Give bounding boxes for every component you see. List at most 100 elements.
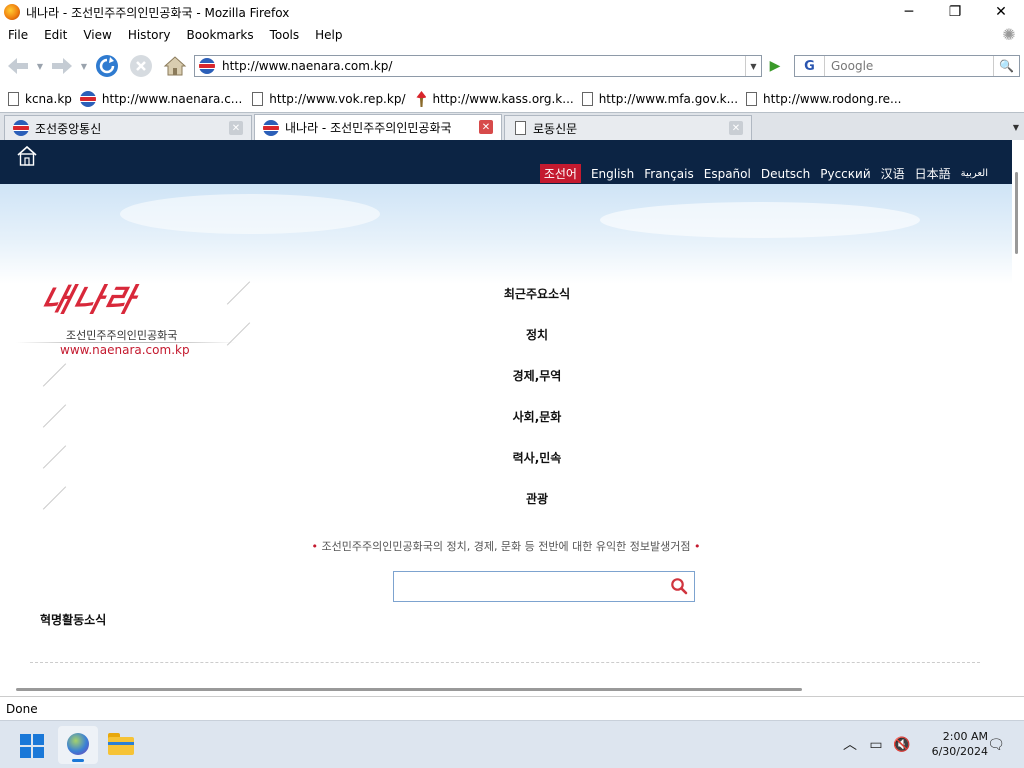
back-history-dropdown[interactable]: ▼ xyxy=(34,54,46,78)
tab-close-icon[interactable]: ✕ xyxy=(229,121,243,135)
nav-politics[interactable]: 정치 xyxy=(0,326,1012,343)
menu-bookmarks[interactable]: Bookmarks xyxy=(179,28,262,42)
window-title: 내나라 - 조선민주주의인민공화국 - Mozilla Firefox xyxy=(26,5,290,20)
active-window-indicator xyxy=(72,759,84,762)
minimize-button[interactable]: ─ xyxy=(886,0,932,24)
folder-icon-stripe xyxy=(108,742,134,745)
taskbar: ︿ ▭ 🔇 2:00 AM 6/30/2024 🗨 xyxy=(0,720,1024,768)
nav-tourism[interactable]: 관광 xyxy=(0,490,1012,507)
tab-kcna[interactable]: 조선중앙통신 ✕ xyxy=(4,115,252,140)
menu-tools[interactable]: Tools xyxy=(262,28,308,42)
tagline-text: 조선민주주의인민공화국의 정치, 경제, 문화 등 전반에 대한 유익한 정보발… xyxy=(321,540,691,553)
lang-russian[interactable]: Русский xyxy=(820,167,870,181)
back-button[interactable] xyxy=(4,54,32,78)
torch-icon xyxy=(416,91,427,107)
search-magnifier-icon[interactable]: 🔍 xyxy=(993,56,1019,76)
nav-history-folklore[interactable]: 력사,민속 xyxy=(0,449,1012,466)
tab-close-icon[interactable]: ✕ xyxy=(729,121,743,135)
bookmark-label: http://www.naenara.c... xyxy=(101,92,243,106)
go-button[interactable]: ▶ xyxy=(764,56,786,76)
lang-korean[interactable]: 조선어 xyxy=(539,164,581,183)
vertical-scroll-thumb[interactable] xyxy=(1015,172,1018,254)
menu-help[interactable]: Help xyxy=(307,28,350,42)
status-bar: Done xyxy=(0,696,1024,720)
stop-button[interactable] xyxy=(128,54,154,78)
tab-naenara[interactable]: 내나라 - 조선민주주의인민공화국 ✕ xyxy=(254,114,502,140)
home-button[interactable] xyxy=(162,54,188,78)
bookmark-vok[interactable]: http://www.vok.rep.kp/ xyxy=(252,92,405,106)
page-icon xyxy=(252,92,264,106)
horizontal-scrollbar[interactable] xyxy=(0,682,1012,696)
bookmark-label: http://www.kass.org.k... xyxy=(432,92,574,106)
page-icon xyxy=(581,92,593,106)
forward-button[interactable] xyxy=(48,54,76,78)
clock-date: 6/30/2024 xyxy=(931,745,988,758)
status-text: Done xyxy=(6,701,38,716)
search-icon[interactable] xyxy=(670,577,688,595)
site-search-box[interactable] xyxy=(393,571,695,602)
nav-latest-news[interactable]: 최근주요소식 xyxy=(0,285,1012,302)
nav-economy-trade[interactable]: 경제,무역 xyxy=(0,367,1012,384)
lang-japanese[interactable]: 日本語 xyxy=(915,165,951,182)
search-bar[interactable]: G 🔍 xyxy=(794,55,1020,77)
chevron-up-icon[interactable]: ︿ xyxy=(840,735,860,755)
vertical-scrollbar[interactable] xyxy=(1012,140,1024,682)
site-search-input[interactable] xyxy=(400,572,660,600)
windows-logo-tile xyxy=(20,734,31,745)
tab-list-dropdown-icon[interactable]: ▼ xyxy=(1008,115,1024,139)
bookmark-mfa[interactable]: http://www.mfa.gov.k... xyxy=(581,92,739,106)
close-button[interactable]: ✕ xyxy=(978,0,1024,24)
flag-icon xyxy=(13,120,29,136)
lang-french[interactable]: Français xyxy=(644,167,693,181)
tab-rodong[interactable]: 로동신문 ✕ xyxy=(504,115,752,140)
menu-history[interactable]: History xyxy=(120,28,179,42)
address-bar[interactable]: ▼ xyxy=(194,55,762,77)
bookmark-kass[interactable]: http://www.kass.org.k... xyxy=(413,91,574,107)
page-content: 조선어 English Français Español Deutsch Рус… xyxy=(0,140,1012,682)
url-input[interactable] xyxy=(220,58,740,74)
bookmark-naenara[interactable]: http://www.naenara.c... xyxy=(79,91,243,107)
menu-view[interactable]: View xyxy=(75,28,119,42)
lang-german[interactable]: Deutsch xyxy=(761,167,810,181)
window-controls: ─ ❐ ✕ xyxy=(886,0,1024,24)
site-tagline: • 조선민주주의인민공화국의 정치, 경제, 문화 등 전반에 대한 유익한 정… xyxy=(0,538,1012,554)
horizontal-scroll-thumb[interactable] xyxy=(16,688,802,691)
url-dropdown-icon[interactable]: ▼ xyxy=(745,56,761,76)
notification-icon[interactable]: 🗨 xyxy=(986,735,1006,755)
network-icon[interactable]: ▭ xyxy=(866,735,886,755)
bookmark-label: http://www.rodong.re... xyxy=(763,92,902,106)
bookmark-label: http://www.mfa.gov.k... xyxy=(598,92,739,106)
speaker-muted-icon[interactable]: 🔇 xyxy=(892,735,912,755)
clock-time: 2:00 AM xyxy=(942,730,988,743)
bullet-icon: • xyxy=(690,540,701,553)
taskbar-file-explorer-button[interactable] xyxy=(108,733,134,755)
nav-society-culture[interactable]: 사회,문화 xyxy=(0,408,1012,425)
tab-label: 조선중앙통신 xyxy=(35,121,102,136)
throbber-icon: ✺ xyxy=(1002,25,1016,44)
section-divider xyxy=(30,662,980,663)
bookmarks-toolbar: kcna.kp http://www.naenara.c... http://w… xyxy=(0,86,1024,112)
search-input[interactable] xyxy=(829,58,989,74)
search-engine-selector[interactable]: G xyxy=(795,56,825,76)
lang-english[interactable]: English xyxy=(591,167,634,181)
taskbar-firefox-button[interactable] xyxy=(58,726,98,764)
sky-banner xyxy=(0,184,1012,284)
lang-arabic[interactable]: العربية xyxy=(961,168,988,179)
flag-icon xyxy=(263,119,279,136)
bookmark-kcna[interactable]: kcna.kp xyxy=(8,92,72,106)
firefox-icon xyxy=(4,4,20,20)
bookmark-rodong[interactable]: http://www.rodong.re... xyxy=(746,92,901,106)
lang-spanish[interactable]: Español xyxy=(704,167,751,181)
reload-button[interactable] xyxy=(94,54,120,78)
taskbar-clock[interactable]: 2:00 AM 6/30/2024 xyxy=(918,729,988,759)
forward-history-dropdown[interactable]: ▼ xyxy=(78,54,90,78)
language-selector: 조선어 English Français Español Deutsch Рус… xyxy=(530,164,988,183)
lang-chinese[interactable]: 汉语 xyxy=(881,165,905,182)
maximize-button[interactable]: ❐ xyxy=(932,0,978,24)
start-button[interactable] xyxy=(20,734,44,758)
menu-edit[interactable]: Edit xyxy=(36,28,75,42)
folder-icon xyxy=(108,737,134,755)
site-home-icon[interactable] xyxy=(16,145,38,167)
tab-close-icon[interactable]: ✕ xyxy=(479,120,493,134)
menu-file[interactable]: File xyxy=(0,28,36,42)
